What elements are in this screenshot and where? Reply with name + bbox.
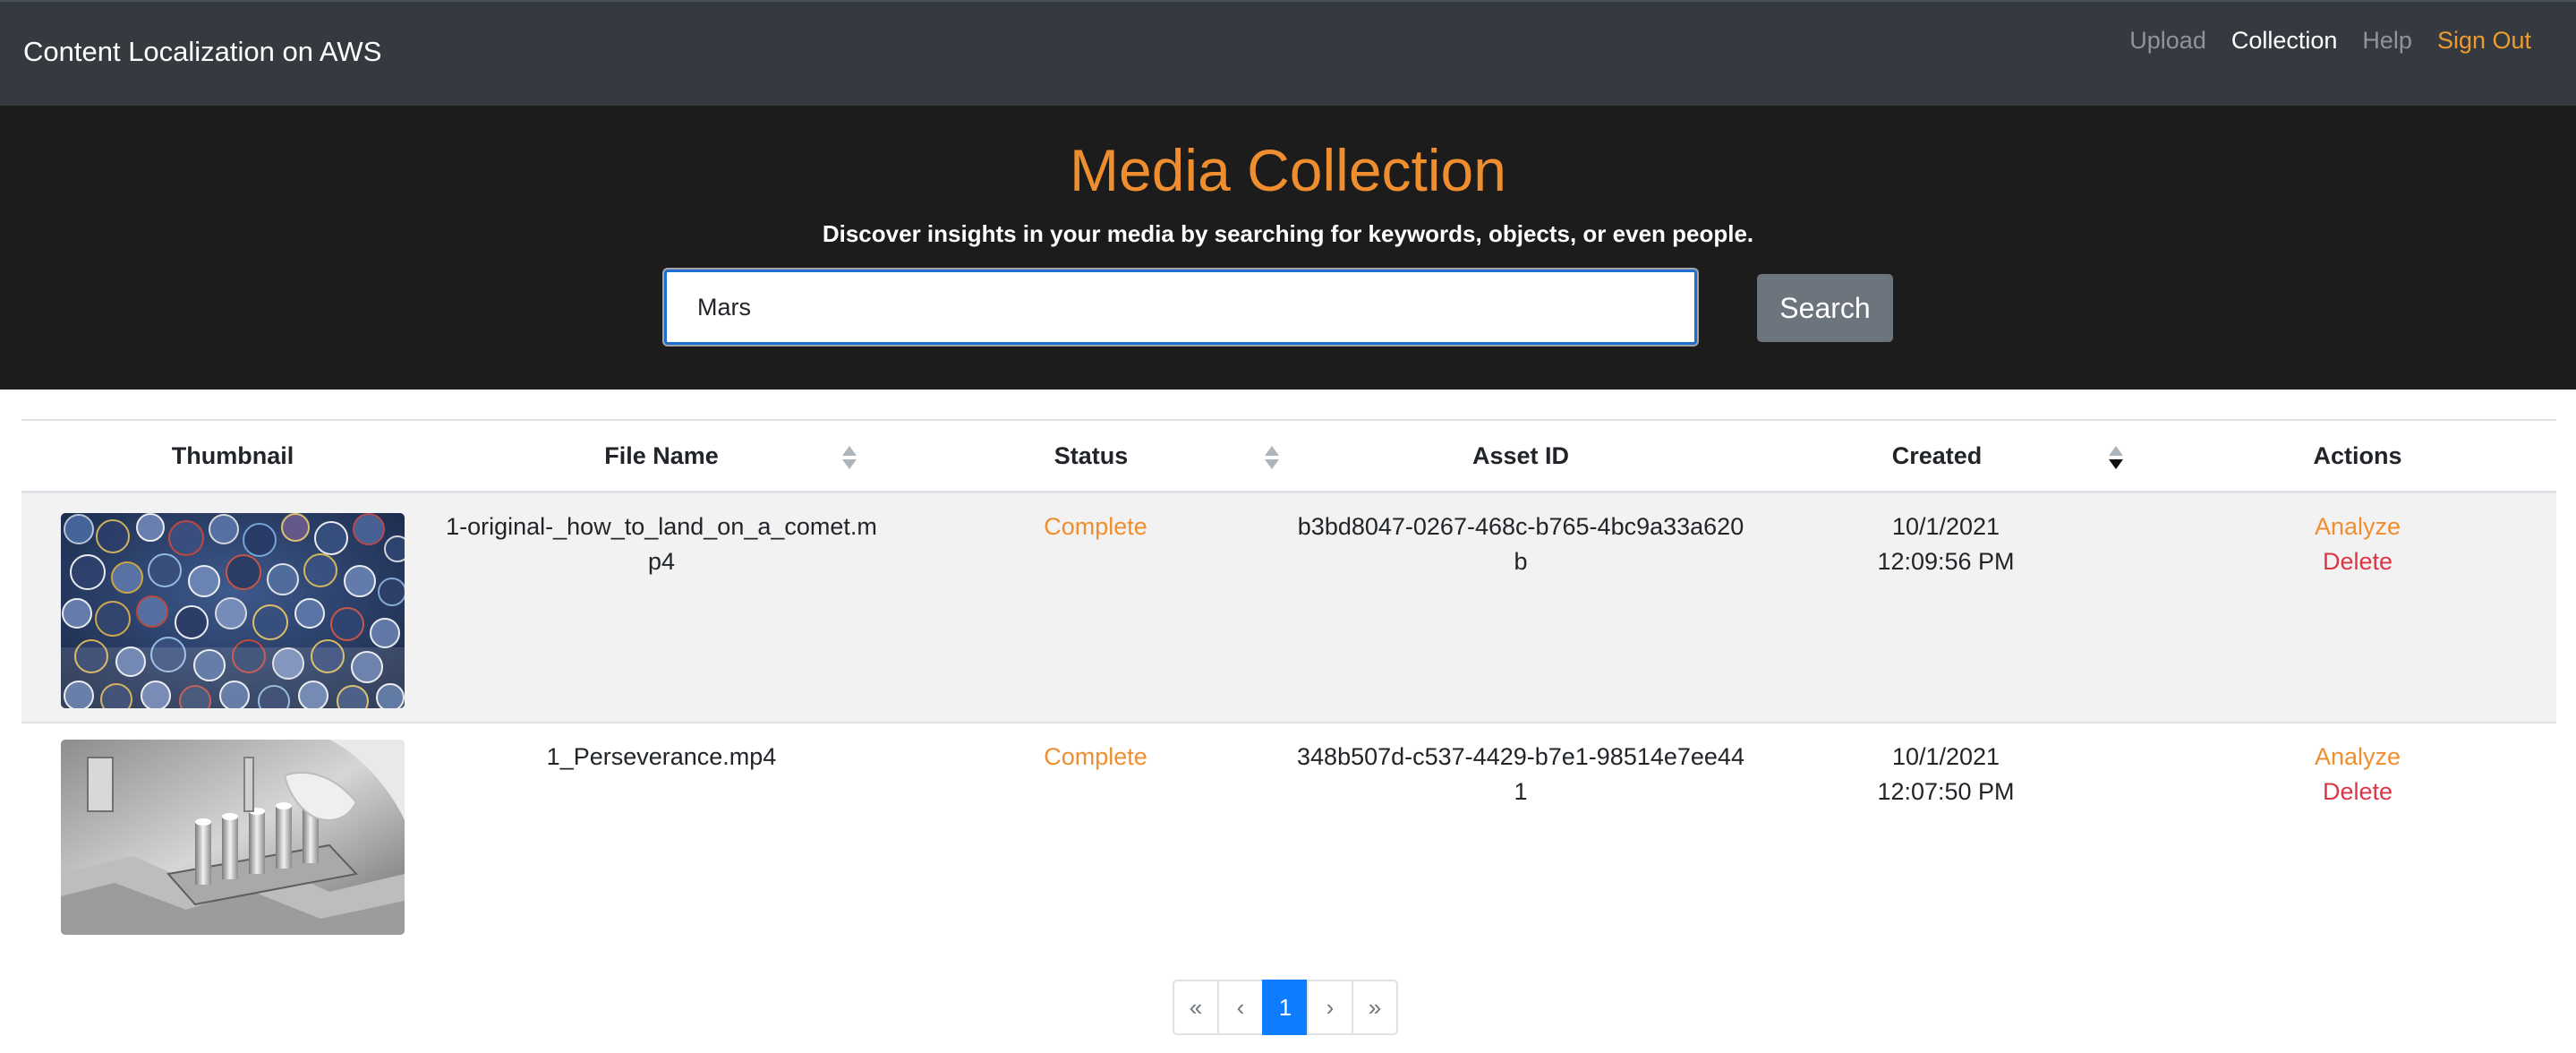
first-page-button[interactable]: « — [1173, 980, 1219, 1035]
created-date: 10/1/2021 — [1891, 743, 2000, 770]
header-status[interactable]: Status — [970, 442, 1212, 470]
status-label: Complete — [1044, 743, 1147, 770]
nav-links: Upload Collection Help Sign Out — [2117, 27, 2544, 55]
mission-patches-image — [61, 513, 405, 708]
asset-id: 348b507d-c537-4429-b7e1-98514e7ee441 — [1297, 743, 1744, 805]
delete-link[interactable]: Delete — [2259, 775, 2456, 809]
search-hero: Media Collection Discover insights in yo… — [0, 106, 2576, 390]
file-name: 1_Perseverance.mp4 — [546, 743, 777, 770]
table-row: 1-original-_how_to_land_on_a_comet.mp4 C… — [21, 493, 2556, 723]
nav-upload-link[interactable]: Upload — [2117, 27, 2219, 55]
sample-tubes-image — [61, 740, 405, 935]
row-actions: Analyze Delete — [2259, 509, 2456, 579]
video-thumbnail[interactable] — [61, 513, 405, 708]
header-actions: Actions — [2313, 442, 2402, 469]
nav-signout-link[interactable]: Sign Out — [2425, 27, 2544, 55]
status-label: Complete — [1044, 513, 1147, 540]
delete-link[interactable]: Delete — [2259, 544, 2456, 579]
row-actions: Analyze Delete — [2259, 740, 2456, 809]
created-time: 12:07:50 PM — [1877, 778, 2015, 805]
nav-collection-link[interactable]: Collection — [2219, 27, 2350, 55]
created-timestamp: 10/1/2021 12:07:50 PM — [1812, 740, 2080, 809]
header-created[interactable]: Created — [1803, 442, 2071, 470]
header-thumbnail: Thumbnail — [171, 442, 294, 469]
created-date: 10/1/2021 — [1891, 513, 2000, 540]
header-file-name[interactable]: File Name — [496, 442, 827, 470]
search-button[interactable]: Search — [1757, 274, 1893, 342]
prev-page-button[interactable]: ‹ — [1217, 980, 1264, 1035]
asset-id: b3bd8047-0267-468c-b765-4bc9a33a620b — [1297, 513, 1744, 575]
top-navbar: Content Localization on AWS Upload Colle… — [0, 0, 2576, 106]
page-subtitle: Discover insights in your media by searc… — [822, 220, 1754, 247]
table-header: Thumbnail File Name Status Asset ID Crea… — [21, 421, 2556, 493]
sort-file-name-icon[interactable] — [841, 444, 857, 471]
header-asset-id: Asset ID — [1471, 442, 1570, 469]
media-table: Thumbnail File Name Status Asset ID Crea… — [21, 419, 2556, 955]
video-thumbnail[interactable] — [61, 740, 405, 935]
current-page-button[interactable]: 1 — [1262, 980, 1309, 1035]
analyze-link[interactable]: Analyze — [2259, 509, 2456, 544]
table-row: 1_Perseverance.mp4 Complete 348b507d-c53… — [21, 723, 2556, 955]
file-name: 1-original-_how_to_land_on_a_comet.mp4 — [446, 513, 877, 575]
created-timestamp: 10/1/2021 12:09:56 PM — [1812, 509, 2080, 579]
pagination: « ‹ 1 › » — [1173, 980, 1398, 1035]
next-page-button[interactable]: › — [1307, 980, 1353, 1035]
analyze-link[interactable]: Analyze — [2259, 740, 2456, 775]
sort-created-desc-icon[interactable] — [2108, 444, 2124, 471]
created-time: 12:09:56 PM — [1877, 548, 2015, 575]
app-brand[interactable]: Content Localization on AWS — [23, 36, 381, 68]
nav-help-link[interactable]: Help — [2350, 27, 2425, 55]
last-page-button[interactable]: » — [1352, 980, 1398, 1035]
sort-status-icon[interactable] — [1264, 444, 1280, 471]
page-title: Media Collection — [1070, 137, 1506, 203]
search-input[interactable] — [664, 270, 1697, 345]
